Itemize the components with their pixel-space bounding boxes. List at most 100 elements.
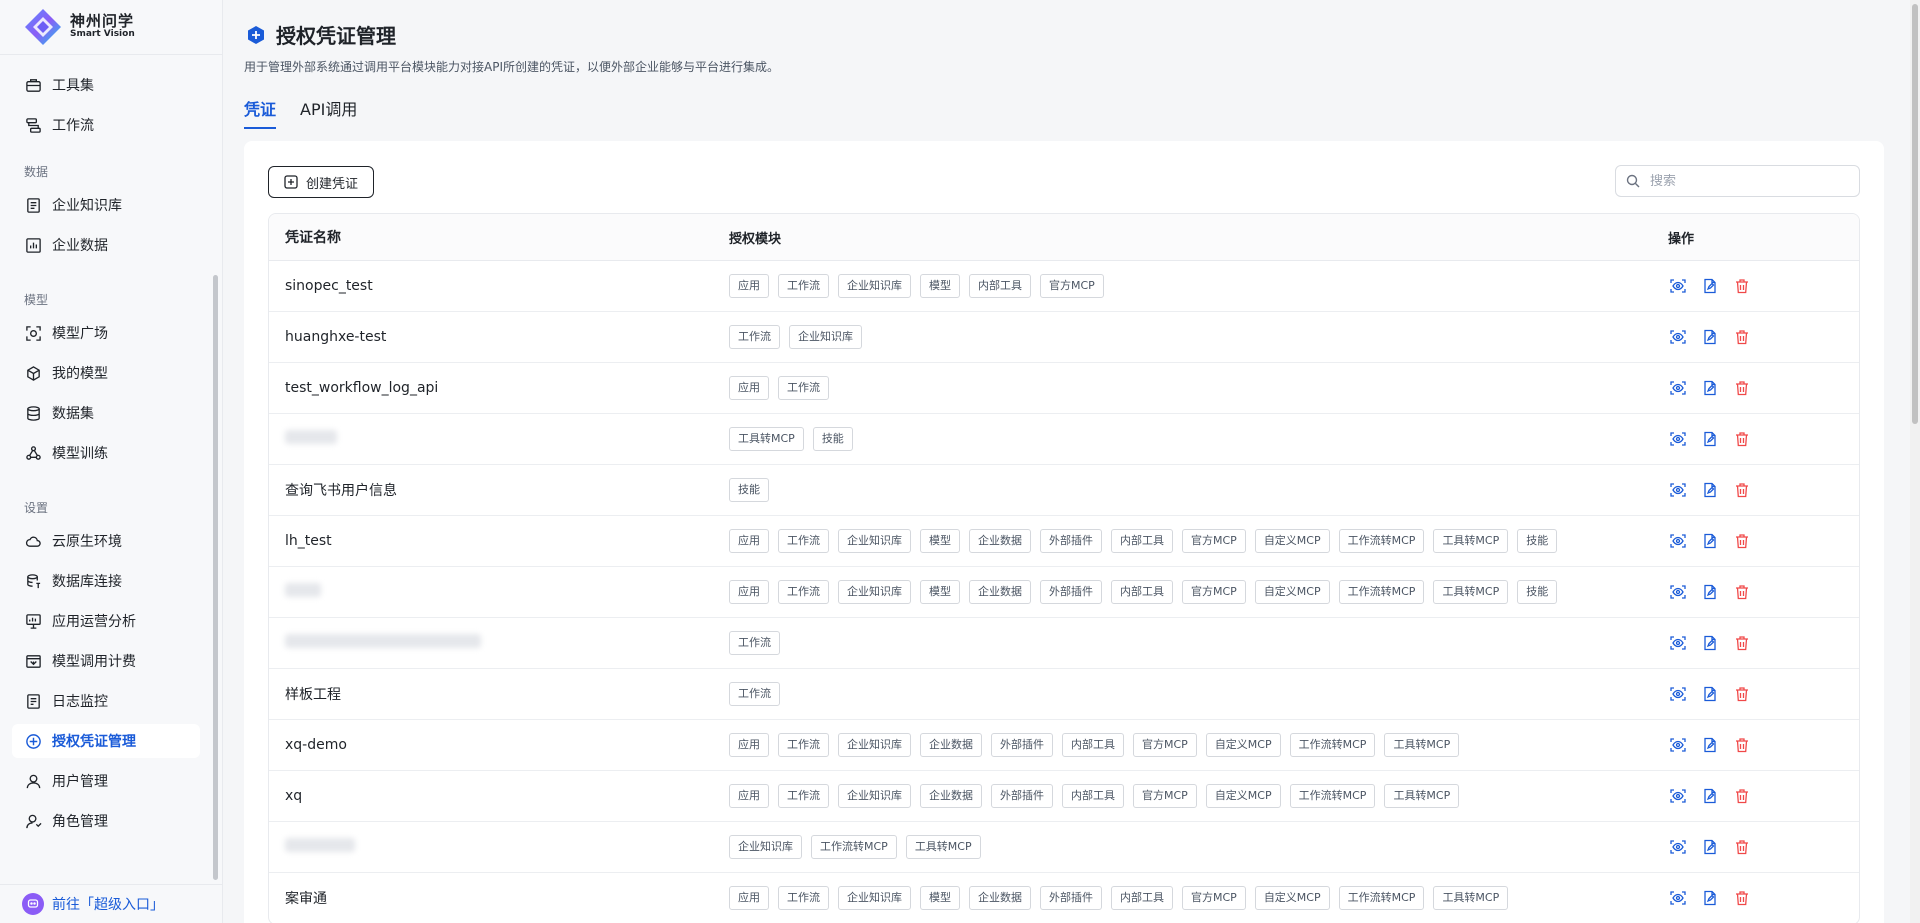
delete-button[interactable]: [1732, 480, 1752, 500]
sidebar-item-toolbox[interactable]: 工具集: [12, 68, 200, 102]
page-scrollbar[interactable]: [1910, 0, 1920, 923]
module-tag: 技能: [1517, 529, 1558, 553]
view-button[interactable]: [1668, 786, 1688, 806]
sidebar-item-users[interactable]: 用户管理: [12, 764, 200, 798]
module-tags: 应用 工作流 企业知识库 企业数据 外部插件 内部工具 官方MCP 自定义MCP 工作流转MCP…: [729, 784, 1668, 808]
edit-doc-icon: [1702, 278, 1718, 294]
table-header: 凭证名称 授权模块 操作: [269, 214, 1859, 261]
sidebar-item-billing[interactable]: 模型调用计费: [12, 644, 200, 678]
table-body: sinopec_test 应用 工作流 企业知识库 模型 内部工具 官方MCP huanghx…: [269, 261, 1859, 923]
brand-logo[interactable]: 神州问学 Smart Vision: [0, 0, 222, 55]
delete-icon: [1734, 584, 1750, 600]
sidebar-item-credentials[interactable]: 授权凭证管理: [12, 724, 200, 758]
sidebar-item-model-training[interactable]: 模型训练: [12, 436, 200, 470]
credential-name: 样板工程: [285, 687, 341, 703]
tab-credentials[interactable]: 凭证: [244, 96, 277, 129]
delete-button[interactable]: [1732, 429, 1752, 449]
redacted-name: [285, 634, 481, 648]
delete-button[interactable]: [1732, 888, 1752, 908]
workflow-icon: [24, 116, 42, 134]
module-tag: 企业数据: [969, 886, 1031, 910]
module-tag: 企业知识库: [838, 886, 911, 910]
credential-name: [269, 838, 729, 856]
view-button[interactable]: [1668, 582, 1688, 602]
edit-doc-button[interactable]: [1700, 735, 1720, 755]
header-modules: 授权模块: [729, 231, 782, 247]
delete-button[interactable]: [1732, 378, 1752, 398]
sidebar-item-label: 数据库连接: [52, 574, 122, 590]
sidebar-item-db-connection[interactable]: 数据库连接: [12, 564, 200, 598]
edit-doc-button[interactable]: [1700, 786, 1720, 806]
edit-doc-button[interactable]: [1700, 378, 1720, 398]
module-tag: 工具转MCP: [729, 427, 804, 451]
sidebar-item-model-plaza[interactable]: 模型广场: [12, 316, 200, 350]
view-button[interactable]: [1668, 480, 1688, 500]
edit-doc-button[interactable]: [1700, 531, 1720, 551]
delete-button[interactable]: [1732, 276, 1752, 296]
edit-doc-button[interactable]: [1700, 480, 1720, 500]
edit-doc-icon: [1702, 788, 1718, 804]
db-link-icon: [24, 572, 42, 590]
edit-doc-icon: [1702, 431, 1718, 447]
edit-doc-button[interactable]: [1700, 633, 1720, 653]
sidebar-item-log-monitor[interactable]: 日志监控: [12, 684, 200, 718]
row-actions: [1668, 735, 1859, 755]
tab-api-calls[interactable]: API调用: [300, 96, 357, 129]
module-tag: 模型: [920, 274, 960, 298]
view-button[interactable]: [1668, 888, 1688, 908]
module-tag: 内部工具: [1062, 784, 1124, 808]
search-input[interactable]: [1650, 173, 1840, 189]
edit-doc-button[interactable]: [1700, 582, 1720, 602]
view-button[interactable]: [1668, 327, 1688, 347]
delete-button[interactable]: [1732, 633, 1752, 653]
sidebar-item-datasets[interactable]: 数据集: [12, 396, 200, 430]
view-button[interactable]: [1668, 837, 1688, 857]
delete-button[interactable]: [1732, 327, 1752, 347]
sidebar-item-roles[interactable]: 角色管理: [12, 804, 200, 838]
edit-doc-button[interactable]: [1700, 684, 1720, 704]
view-button[interactable]: [1668, 735, 1688, 755]
sidebar-item-enterprise-data[interactable]: 企业数据: [12, 228, 200, 262]
module-tag: 工作流转MCP: [1289, 784, 1376, 808]
delete-button[interactable]: [1732, 684, 1752, 704]
module-tag: 内部工具: [969, 274, 1031, 298]
create-credential-button[interactable]: 创建凭证: [268, 166, 374, 198]
delete-button[interactable]: [1732, 786, 1752, 806]
sidebar-item-knowledge-base[interactable]: 企业知识库: [12, 188, 200, 222]
super-entry-label: 前往「超级入口」: [52, 897, 164, 913]
edit-doc-button[interactable]: [1700, 429, 1720, 449]
sidebar-item-my-models[interactable]: 我的模型: [12, 356, 200, 390]
credential-hex-icon: [248, 25, 264, 44]
sidebar-item-app-analytics[interactable]: 应用运营分析: [12, 604, 200, 638]
search-box[interactable]: [1615, 165, 1860, 197]
view-button[interactable]: [1668, 633, 1688, 653]
module-tag: 官方MCP: [1133, 733, 1197, 757]
view-button[interactable]: [1668, 378, 1688, 398]
module-tag: 技能: [812, 427, 853, 451]
sidebar-scrollbar[interactable]: [213, 275, 218, 880]
delete-button[interactable]: [1732, 531, 1752, 551]
sidebar-item-cloud-native[interactable]: 云原生环境: [12, 524, 200, 558]
view-icon: [1670, 788, 1686, 804]
delete-button[interactable]: [1732, 837, 1752, 857]
edit-doc-icon: [1702, 329, 1718, 345]
edit-doc-button[interactable]: [1700, 276, 1720, 296]
delete-button[interactable]: [1732, 582, 1752, 602]
view-button[interactable]: [1668, 276, 1688, 296]
view-button[interactable]: [1668, 684, 1688, 704]
super-entry-link[interactable]: 前往「超级入口」: [0, 884, 222, 923]
page-scrollbar-thumb[interactable]: [1912, 4, 1918, 424]
credential-name: 查询飞书用户信息: [285, 483, 397, 499]
edit-doc-button[interactable]: [1700, 888, 1720, 908]
module-tags: 应用 工作流 企业知识库 模型 企业数据 外部插件 内部工具 官方MCP 自定义MCP 工作流转M…: [729, 886, 1668, 910]
edit-doc-button[interactable]: [1700, 327, 1720, 347]
module-tag: 官方MCP: [1182, 529, 1246, 553]
table-row: xq 应用 工作流 企业知识库 企业数据 外部插件 内部工具 官方MCP 自定义MCP 工作流转M…: [269, 771, 1859, 822]
delete-icon: [1734, 278, 1750, 294]
delete-button[interactable]: [1732, 735, 1752, 755]
view-button[interactable]: [1668, 429, 1688, 449]
view-button[interactable]: [1668, 531, 1688, 551]
edit-doc-button[interactable]: [1700, 837, 1720, 857]
module-tag: 应用: [729, 376, 769, 400]
sidebar-item-workflow[interactable]: 工作流: [12, 108, 200, 142]
